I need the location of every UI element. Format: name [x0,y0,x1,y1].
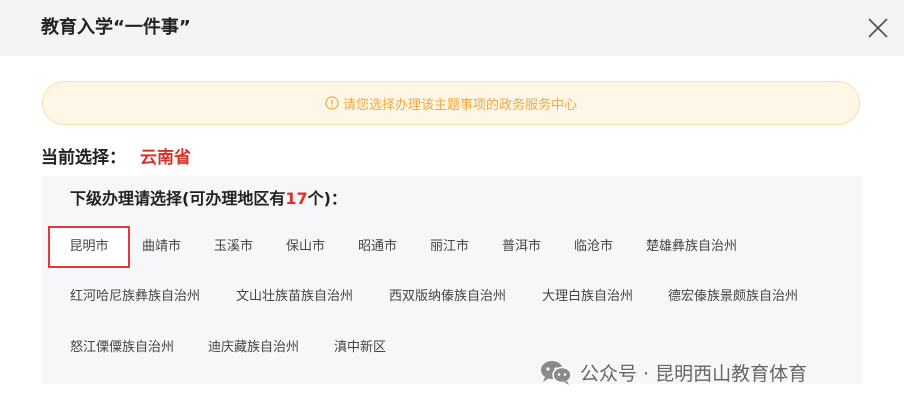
current-selection: 当前选择： 云南省 [41,143,191,168]
dialog-title: 教育入学“一件事” [41,17,191,38]
notice-text: 请您选择办理该主题事项的政务服务中心 [342,97,577,113]
region-item-puer[interactable]: 普洱市 [502,235,541,259]
dialog-header: 教育入学“一件事” [0,0,904,56]
region-item-nujiang[interactable]: 怒江傈僳族自治州 [70,336,174,360]
close-icon [868,18,888,38]
subheading-prefix: 下级办理请选择(可办理地区有 [70,189,286,208]
region-item-dianzhong[interactable]: 滇中新区 [334,336,386,360]
region-item-qujing[interactable]: 曲靖市 [142,235,181,259]
notice-banner: 请您选择办理该主题事项的政务服务中心 [42,81,860,125]
region-subheading: 下级办理请选择(可办理地区有17个)： [70,188,347,210]
wechat-icon [541,361,572,385]
region-item-lijiang[interactable]: 丽江市 [430,235,469,259]
region-item-baoshan[interactable]: 保山市 [286,235,325,259]
watermark: 公众号 · 昆明西山教育体育 [538,356,807,388]
region-item-honghe[interactable]: 红河哈尼族彝族自治州 [70,285,200,309]
current-selection-label: 当前选择： [41,147,126,168]
region-item-diqing[interactable]: 迪庆藏族自治州 [208,336,299,360]
region-item-kunming[interactable]: 昆明市 [48,226,130,268]
current-selection-value: 云南省 [140,147,191,168]
region-count: 17 [285,189,308,208]
region-panel: 下级办理请选择(可办理地区有17个)： 昆明市 曲靖市 玉溪市 保山市 昭通市 … [42,176,862,384]
region-item-yuxi[interactable]: 玉溪市 [214,235,253,259]
region-item-lincang[interactable]: 临沧市 [574,235,613,259]
region-item-dali[interactable]: 大理白族自治州 [542,285,633,309]
region-item-xishuangbanna[interactable]: 西双版纳傣族自治州 [389,285,506,309]
subheading-suffix: 个)： [307,189,347,208]
region-item-chuxiong[interactable]: 楚雄彝族自治州 [646,235,737,259]
region-item-wenshan[interactable]: 文山壮族苗族自治州 [236,285,353,309]
close-button[interactable] [864,14,892,42]
info-circle-icon [325,96,339,110]
region-item-dehong[interactable]: 德宏傣族景颇族自治州 [668,285,798,309]
region-item-zhaotong[interactable]: 昭通市 [358,235,397,259]
watermark-text: 公众号 · 昆明西山教育体育 [580,362,808,385]
